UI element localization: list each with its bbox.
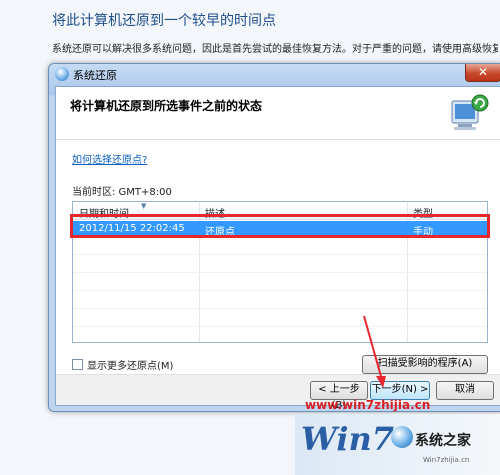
annotation-arrow-icon [363, 315, 386, 388]
row-line [73, 326, 487, 327]
background-description: 系统还原可以解决很多系统问题，因此是首先尝试的最佳恢复方法。对于严重的问题，请使… [52, 44, 498, 55]
page-heading: 将计算机还原到所选事件之前的状态 [70, 99, 263, 113]
system-restore-icon [55, 67, 69, 81]
how-to-choose-link[interactable]: 如何选择还原点? [72, 151, 147, 166]
close-icon: ✕ [477, 65, 489, 79]
row-line [73, 272, 487, 273]
cancel-button[interactable]: 取消 [436, 381, 494, 400]
annotation-highlight-box [70, 214, 490, 238]
sort-arrow-icon: ▼ [141, 202, 147, 210]
site-logo: Win7 系统之家 Win7zhijia.cn [295, 414, 500, 475]
window-title: 系统还原 [73, 69, 117, 82]
checkbox-box[interactable] [72, 359, 83, 370]
button-bar: < 上一步(B) 下一步(N) > 取消 [56, 374, 500, 411]
logo-badge-icon [391, 426, 413, 448]
close-button[interactable]: ✕ [465, 64, 500, 82]
dialog-content: 将计算机还原到所选事件之前的状态 如何选择还原点? 当前时区: GMT+8:00… [55, 86, 500, 411]
logo-site-text: Win7zhijia.cn [423, 456, 470, 464]
row-line [73, 308, 487, 309]
show-more-checkbox[interactable]: 显示更多还原点(M) [72, 357, 173, 372]
divider [56, 139, 500, 140]
row-line [73, 254, 487, 255]
logo-wordmark: Win7 [301, 420, 395, 458]
show-more-label: 显示更多还原点(M) [87, 361, 174, 372]
timezone-label: 当前时区: GMT+8:00 [72, 187, 172, 198]
logo-chinese-text: 系统之家 [415, 433, 471, 449]
row-line [73, 290, 487, 291]
watermark-url: www.win7zhijia.cn [305, 398, 431, 412]
restore-computer-icon [451, 94, 489, 130]
title-bar[interactable]: 系统还原 ✕ [49, 64, 500, 84]
background-title: 将此计算机还原到一个较早的时间点 [52, 13, 276, 29]
